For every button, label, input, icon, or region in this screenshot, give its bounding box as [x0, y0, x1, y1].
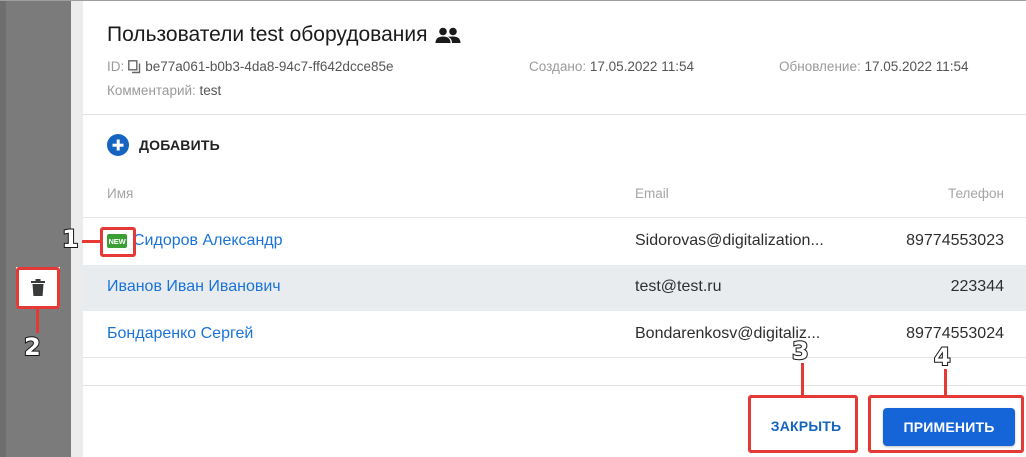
background-overlay	[0, 1, 71, 457]
annotation-leader-4	[944, 369, 947, 395]
comment-label: Комментарий:	[107, 83, 196, 98]
user-email: Sidorovas@digitalization...	[635, 232, 824, 249]
annotation-box-2	[16, 267, 60, 309]
id-line: ID: be77a061-b0b3-4da8-94c7-ff642dcce85e	[107, 59, 393, 74]
user-name-link[interactable]: Бондаренко Сергей	[107, 325, 253, 343]
updated-line: Обновление: 17.05.2022 11:54	[779, 59, 969, 74]
table-row[interactable]: Иванов Иван Иванович test@test.ru 223344	[83, 265, 1026, 311]
annotation-number-3: 3	[791, 336, 810, 366]
copy-icon[interactable]	[128, 59, 141, 74]
annotation-number-2: 2	[23, 332, 42, 362]
annotation-number-1: 1	[61, 224, 80, 254]
annotation-box-1	[100, 227, 136, 257]
people-icon	[435, 27, 461, 43]
annotation-leader-1	[82, 240, 100, 243]
annotation-box-3	[748, 395, 858, 453]
annotation-leader-2	[36, 309, 39, 333]
annotation-box-4	[868, 395, 1024, 453]
id-label: ID:	[107, 59, 125, 74]
user-phone: 223344	[950, 278, 1004, 295]
id-value: be77a061-b0b3-4da8-94c7-ff642dcce85e	[145, 59, 394, 74]
comment-value: test	[199, 83, 222, 98]
add-circle-icon	[107, 134, 129, 156]
annotation-number-4: 4	[933, 342, 952, 372]
dialog-title: Пользователи test оборудования	[107, 23, 461, 47]
user-name-link[interactable]: Сидоров Александр	[133, 232, 283, 250]
column-header-email[interactable]: Email	[635, 186, 669, 201]
updated-label: Обновление:	[779, 59, 861, 74]
table-row[interactable]: NEW Сидоров Александр Sidorovas@digitali…	[83, 219, 1026, 265]
column-header-name[interactable]: Имя	[107, 186, 133, 201]
table-end-divider	[83, 357, 1026, 358]
screen: Пользователи test оборудования ID: be77a…	[0, 0, 1026, 457]
column-header-phone[interactable]: Телефон	[948, 186, 1004, 201]
footer-divider	[83, 385, 1026, 386]
created-label: Создано:	[529, 59, 587, 74]
user-name-link[interactable]: Иванов Иван Иванович	[107, 278, 281, 296]
dialog-title-text: Пользователи test оборудования	[107, 23, 428, 46]
created-line: Создано: 17.05.2022 11:54	[529, 59, 694, 74]
annotation-leader-3	[801, 363, 804, 395]
header-row-divider	[83, 217, 1026, 218]
comment-line: Комментарий: test	[107, 83, 221, 98]
users-dialog: Пользователи test оборудования ID: be77a…	[83, 1, 1026, 457]
updated-value: 17.05.2022 11:54	[864, 59, 969, 74]
user-phone: 89774553023	[906, 232, 1004, 249]
add-button-label: ДОБАВИТЬ	[139, 137, 220, 153]
background-edge	[0, 1, 6, 457]
add-user-button[interactable]: ДОБАВИТЬ	[107, 134, 220, 156]
created-value: 17.05.2022 11:54	[589, 59, 694, 74]
table-row[interactable]: Бондаренко Сергей Bondarenkosv@digitaliz…	[83, 312, 1026, 358]
user-email: test@test.ru	[635, 278, 722, 295]
header-divider	[83, 114, 1026, 115]
user-phone: 89774553024	[906, 325, 1004, 342]
